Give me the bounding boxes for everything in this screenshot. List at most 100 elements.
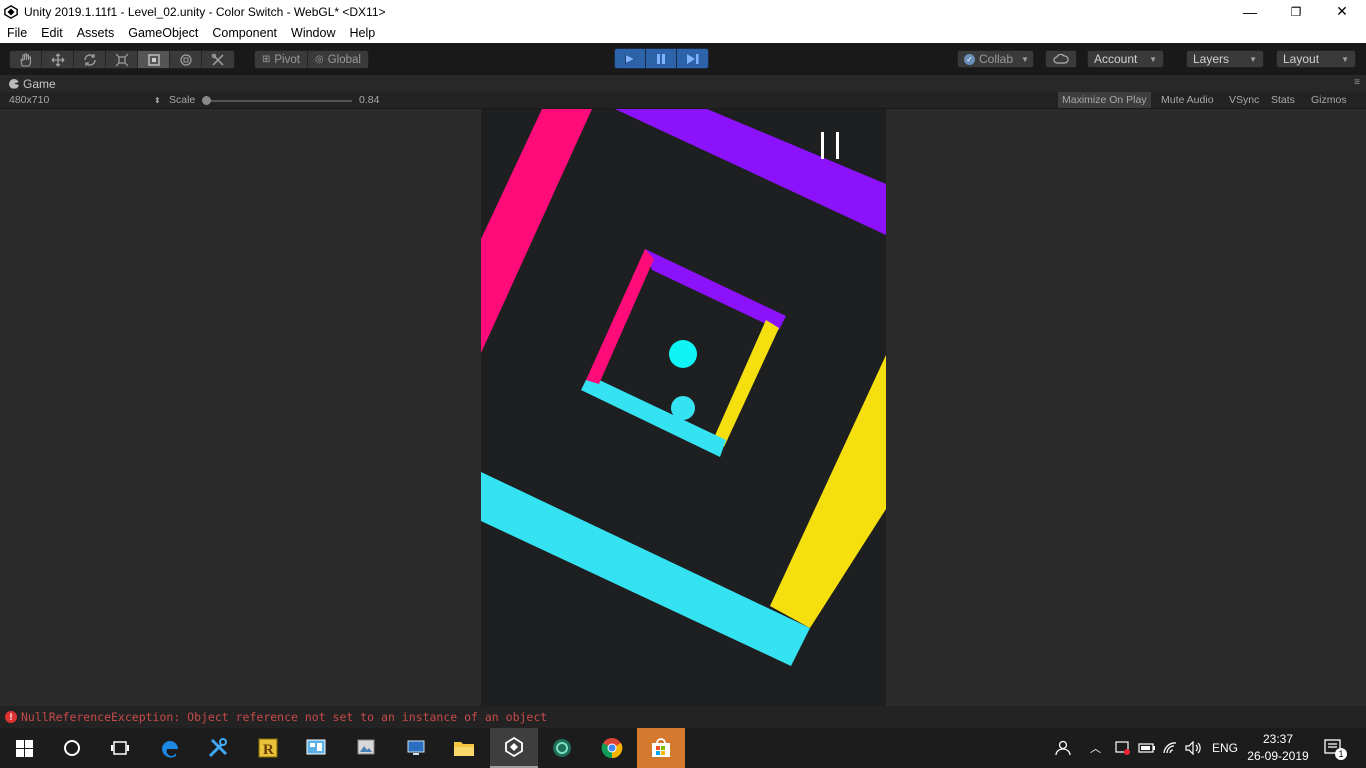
mute-audio-toggle[interactable]: Mute Audio xyxy=(1157,92,1218,108)
windows-start-icon xyxy=(15,739,33,757)
cortana-icon xyxy=(64,740,80,756)
close-button[interactable]: ✕ xyxy=(1319,0,1365,23)
layers-label: Layers xyxy=(1193,52,1230,66)
chevron-down-icon: ▼ xyxy=(1149,54,1157,64)
transform-tool-button[interactable] xyxy=(170,51,202,68)
stats-toggle[interactable]: Stats xyxy=(1267,92,1299,108)
hand-tool-button[interactable] xyxy=(10,51,42,68)
scale-slider-thumb[interactable] xyxy=(202,96,211,105)
taskbar-unity[interactable] xyxy=(490,728,538,768)
move-tool-button[interactable] xyxy=(42,51,74,68)
game-canvas[interactable] xyxy=(481,109,886,706)
outer-yellow-segment xyxy=(770,355,886,628)
transform-icon xyxy=(179,53,192,66)
menu-edit[interactable]: Edit xyxy=(41,26,63,40)
taskbar-tools[interactable] xyxy=(194,728,242,768)
tools-icon xyxy=(208,738,228,758)
layout-dropdown[interactable]: Layout ▼ xyxy=(1276,50,1356,68)
menu-component[interactable]: Component xyxy=(212,26,277,40)
rect-tool-button[interactable] xyxy=(138,51,170,68)
scale-value: 0.84 xyxy=(359,94,380,106)
menu-window[interactable]: Window xyxy=(291,26,335,40)
game-scene xyxy=(481,109,886,666)
cortana-button[interactable] xyxy=(48,728,96,768)
collab-label: Collab xyxy=(979,52,1014,66)
scale-slider-track[interactable] xyxy=(204,100,352,102)
pivot-button[interactable]: ⊞ Pivot xyxy=(255,51,308,68)
step-icon xyxy=(686,53,698,64)
taskbar-remote-desktop[interactable] xyxy=(392,728,440,768)
menu-file[interactable]: File xyxy=(7,26,27,40)
pivot-toggles: ⊞ Pivot ◎ Global xyxy=(254,50,369,69)
tray-overflow-button[interactable]: ︿ xyxy=(1090,728,1101,768)
pause-button[interactable] xyxy=(646,49,677,68)
task-view-button[interactable] xyxy=(96,728,144,768)
menu-gameobject[interactable]: GameObject xyxy=(128,26,198,40)
tray-security[interactable] xyxy=(1114,728,1132,768)
taskbar-chrome[interactable] xyxy=(588,728,636,768)
restore-button[interactable]: ❐ xyxy=(1273,0,1319,23)
vsync-toggle[interactable]: VSync xyxy=(1225,92,1263,108)
color-switch-ball xyxy=(669,340,697,368)
wifi-icon xyxy=(1163,742,1177,754)
panel-menu-icon[interactable]: ≡ xyxy=(1354,77,1360,88)
chevron-down-icon: ▼ xyxy=(1249,54,1257,64)
pivot-label: Pivot xyxy=(274,53,300,66)
people-icon xyxy=(1055,740,1071,756)
tray-battery[interactable] xyxy=(1138,728,1156,768)
player-ball xyxy=(671,396,695,420)
play-icon xyxy=(625,53,635,64)
action-center-button[interactable]: 1 xyxy=(1324,728,1347,768)
account-dropdown[interactable]: Account ▼ xyxy=(1087,50,1164,68)
tab-game[interactable]: Game xyxy=(0,75,56,92)
cloud-icon xyxy=(1053,54,1069,64)
maximize-on-play-toggle[interactable]: Maximize On Play xyxy=(1058,92,1151,108)
global-button[interactable]: ◎ Global xyxy=(308,51,368,68)
inner-cyan-segment xyxy=(581,377,726,457)
unity-logo-icon xyxy=(4,4,18,19)
play-button[interactable] xyxy=(615,49,646,68)
error-message: NullReferenceException: Object reference… xyxy=(21,710,548,724)
gizmos-dropdown[interactable]: Gizmos xyxy=(1307,92,1351,108)
resolution-dropdown[interactable]: 480x710 xyxy=(9,94,49,106)
console-status-bar[interactable]: ! NullReferenceException: Object referen… xyxy=(0,706,1366,728)
error-icon: ! xyxy=(5,711,17,723)
store-icon xyxy=(652,738,670,757)
taskbar-clock[interactable]: 23:37 26-09-2019 xyxy=(1238,728,1318,768)
custom-tool-button[interactable] xyxy=(202,51,234,68)
rotate-tool-button[interactable] xyxy=(74,51,106,68)
step-button[interactable] xyxy=(677,49,708,68)
people-button[interactable] xyxy=(1054,728,1074,768)
collab-dropdown[interactable]: ✓ Collab ▼ xyxy=(957,50,1034,68)
minimize-button[interactable]: — xyxy=(1227,0,1273,23)
scale-tool-button[interactable] xyxy=(106,51,138,68)
taskbar-file-explorer[interactable] xyxy=(440,728,488,768)
chevron-up-icon: ︿ xyxy=(1090,743,1101,755)
start-button[interactable] xyxy=(0,728,48,768)
taskbar-game[interactable] xyxy=(538,728,586,768)
rect-icon xyxy=(147,53,160,66)
pause-icon[interactable] xyxy=(821,132,839,159)
layers-dropdown[interactable]: Layers ▼ xyxy=(1186,50,1264,68)
menu-help[interactable]: Help xyxy=(349,26,375,40)
layout-label: Layout xyxy=(1283,52,1320,66)
pause-icon xyxy=(657,53,665,64)
tray-volume[interactable] xyxy=(1185,728,1203,768)
tray-wifi[interactable] xyxy=(1162,728,1180,768)
remote-desktop-icon xyxy=(407,740,425,755)
tray-language[interactable]: ENG xyxy=(1212,728,1238,768)
pacman-icon xyxy=(9,78,19,89)
taskbar-reshacker[interactable]: R xyxy=(244,728,292,768)
control-panel-icon xyxy=(306,739,326,755)
transform-tools xyxy=(9,50,235,69)
cloud-button[interactable] xyxy=(1045,50,1077,68)
taskbar-store[interactable] xyxy=(637,728,685,768)
taskbar-control-panel[interactable] xyxy=(292,728,340,768)
menu-assets[interactable]: Assets xyxy=(77,26,115,40)
rotate-icon xyxy=(83,53,96,66)
taskbar-image-viewer[interactable] xyxy=(342,728,390,768)
taskbar-edge[interactable] xyxy=(146,728,194,768)
chrome-icon xyxy=(601,738,623,759)
tab-game-label: Game xyxy=(23,76,56,91)
outer-purple-segment xyxy=(615,109,886,235)
